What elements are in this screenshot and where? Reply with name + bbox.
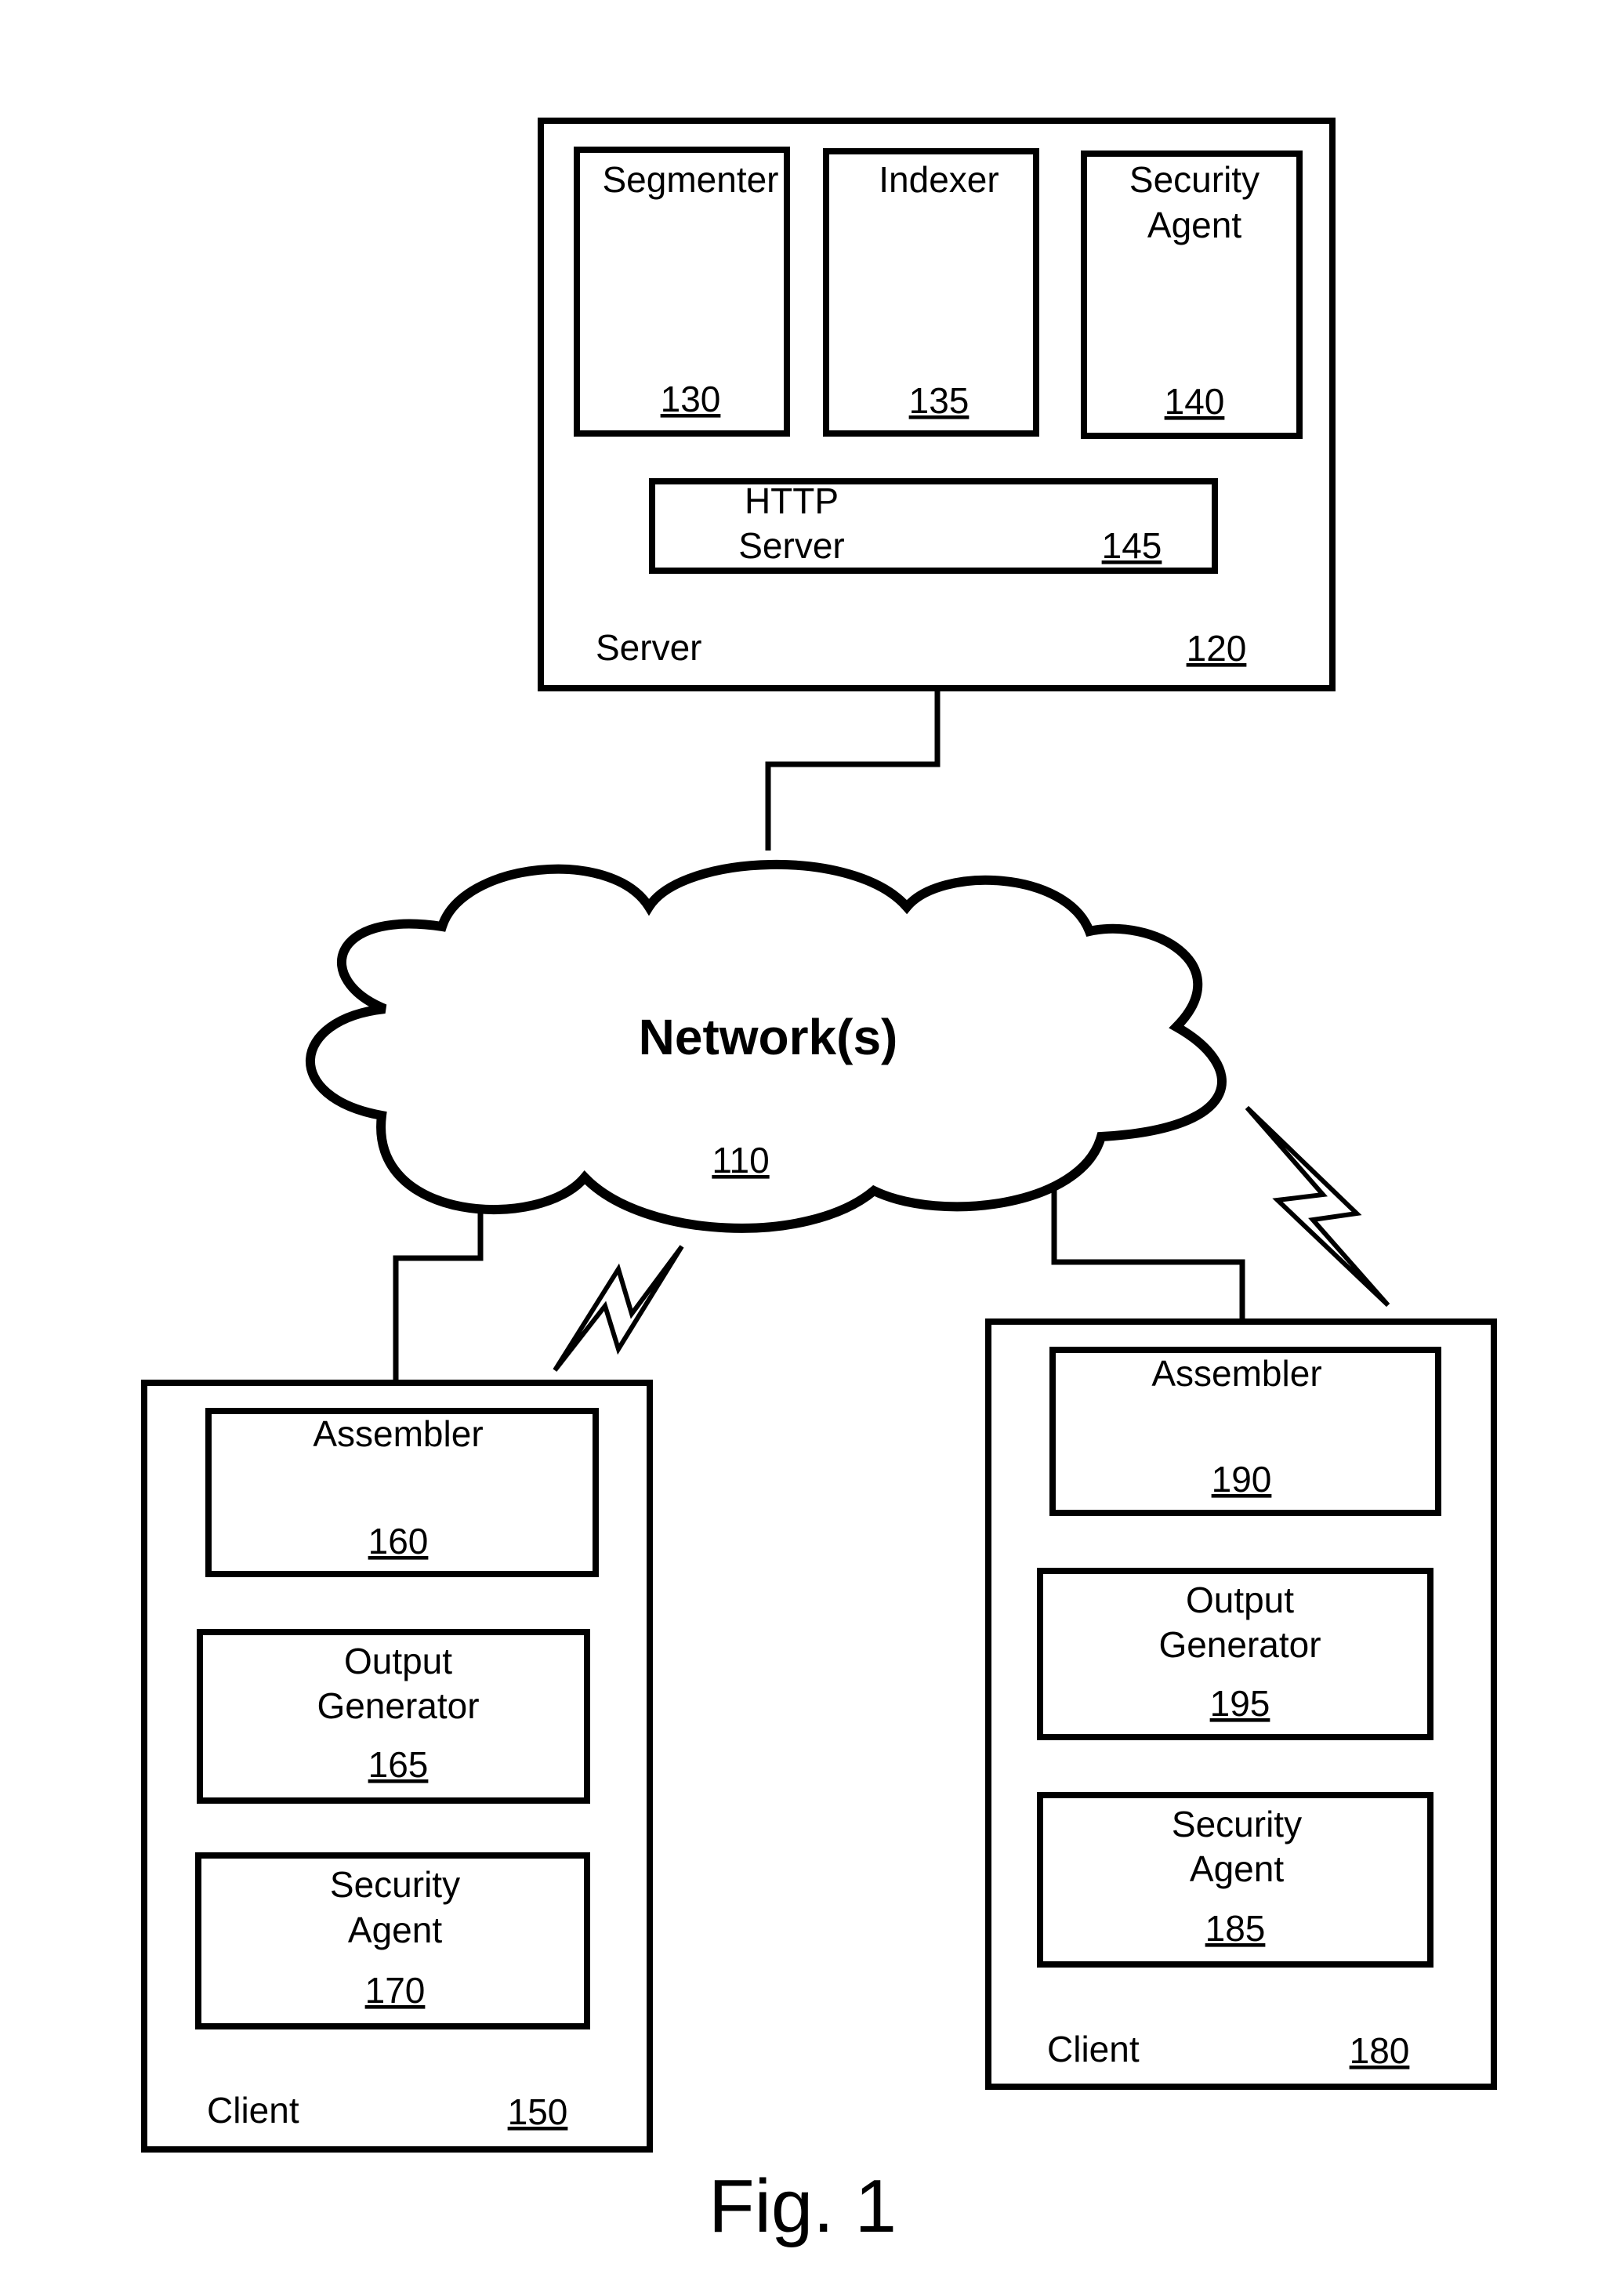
client180-output-generator-box: Output Generator 195 [1037,1568,1433,1740]
http-server-label-line2: Server [738,525,844,566]
client150-label: Client [207,2090,299,2131]
client180-output-generator-label-line2: Generator [1158,1624,1321,1665]
client180-assembler-box: Assembler 190 [1049,1347,1441,1516]
client150-assembler-ref: 160 [368,1521,429,1561]
client180-label: Client [1047,2029,1140,2069]
client180-security-agent-label-line2: Agent [1190,1848,1284,1889]
server-security-agent-label-line2: Agent [1147,205,1241,245]
wireless-bolt-icon [553,1245,684,1372]
network-client150-link [393,1207,484,1381]
client150-output-generator-box: Output Generator 165 [197,1629,590,1804]
indexer-box: Indexer 135 [823,148,1039,437]
client150-security-agent-box: Security Agent 170 [195,1852,590,2029]
http-server-box: HTTP Server 145 [649,478,1218,574]
indexer-ref: 135 [909,380,970,421]
client150-assembler-label: Assembler [313,1413,483,1454]
client180-output-generator-label-line1: Output [1186,1580,1294,1620]
server-network-link [765,690,941,851]
client150-assembler-box: Assembler 160 [205,1408,599,1577]
network-ref: 110 [712,1140,769,1181]
segmenter-box: Segmenter 130 [574,147,790,437]
http-server-label-line1: HTTP [745,481,839,521]
client150-output-generator-ref: 165 [368,1744,429,1785]
indexer-label: Indexer [879,159,999,200]
network-cloud: Network(s) 110 [305,859,1227,1233]
client150-output-generator-label-line1: Output [344,1641,452,1681]
client180-assembler-ref: 190 [1212,1459,1272,1500]
client150-security-agent-label-line1: Security [330,1864,460,1905]
server-label: Server [596,627,701,668]
client180-security-agent-box: Security Agent 185 [1037,1792,1433,1968]
server-box: Segmenter 130 Indexer 135 Security Agent… [538,118,1336,691]
network-label: Network(s) [639,1009,898,1065]
client150-output-generator-label-line2: Generator [317,1685,479,1726]
server-security-agent-label-line1: Security [1129,159,1259,200]
server-security-agent-ref: 140 [1165,381,1225,422]
system-diagram: Network(s) 110 Segmenter 130 Indexer 135… [141,118,1497,2248]
client180-security-agent-ref: 185 [1205,1908,1266,1949]
client150-ref: 150 [508,2091,568,2132]
client180-output-generator-ref: 195 [1210,1683,1270,1724]
client150-security-agent-label-line2: Agent [348,1910,442,1950]
client-150-box: Assembler 160 Output Generator 165 Secur… [141,1380,653,2153]
server-security-agent-box: Security Agent 140 [1081,151,1303,439]
segmenter-ref: 130 [661,379,721,419]
figure-caption: Fig. 1 [709,2164,897,2248]
wireless-bolt-icon [1245,1105,1390,1308]
client180-security-agent-label-line1: Security [1172,1804,1302,1844]
client150-security-agent-ref: 170 [365,1970,426,2011]
segmenter-label: Segmenter [602,159,778,200]
client-180-box: Assembler 190 Output Generator 195 Secur… [985,1318,1497,2090]
server-ref: 120 [1187,628,1247,669]
client180-ref: 180 [1350,2030,1410,2071]
client180-assembler-label: Assembler [1151,1353,1321,1394]
http-server-ref: 145 [1102,525,1162,566]
network-client180-link [1051,1184,1245,1322]
